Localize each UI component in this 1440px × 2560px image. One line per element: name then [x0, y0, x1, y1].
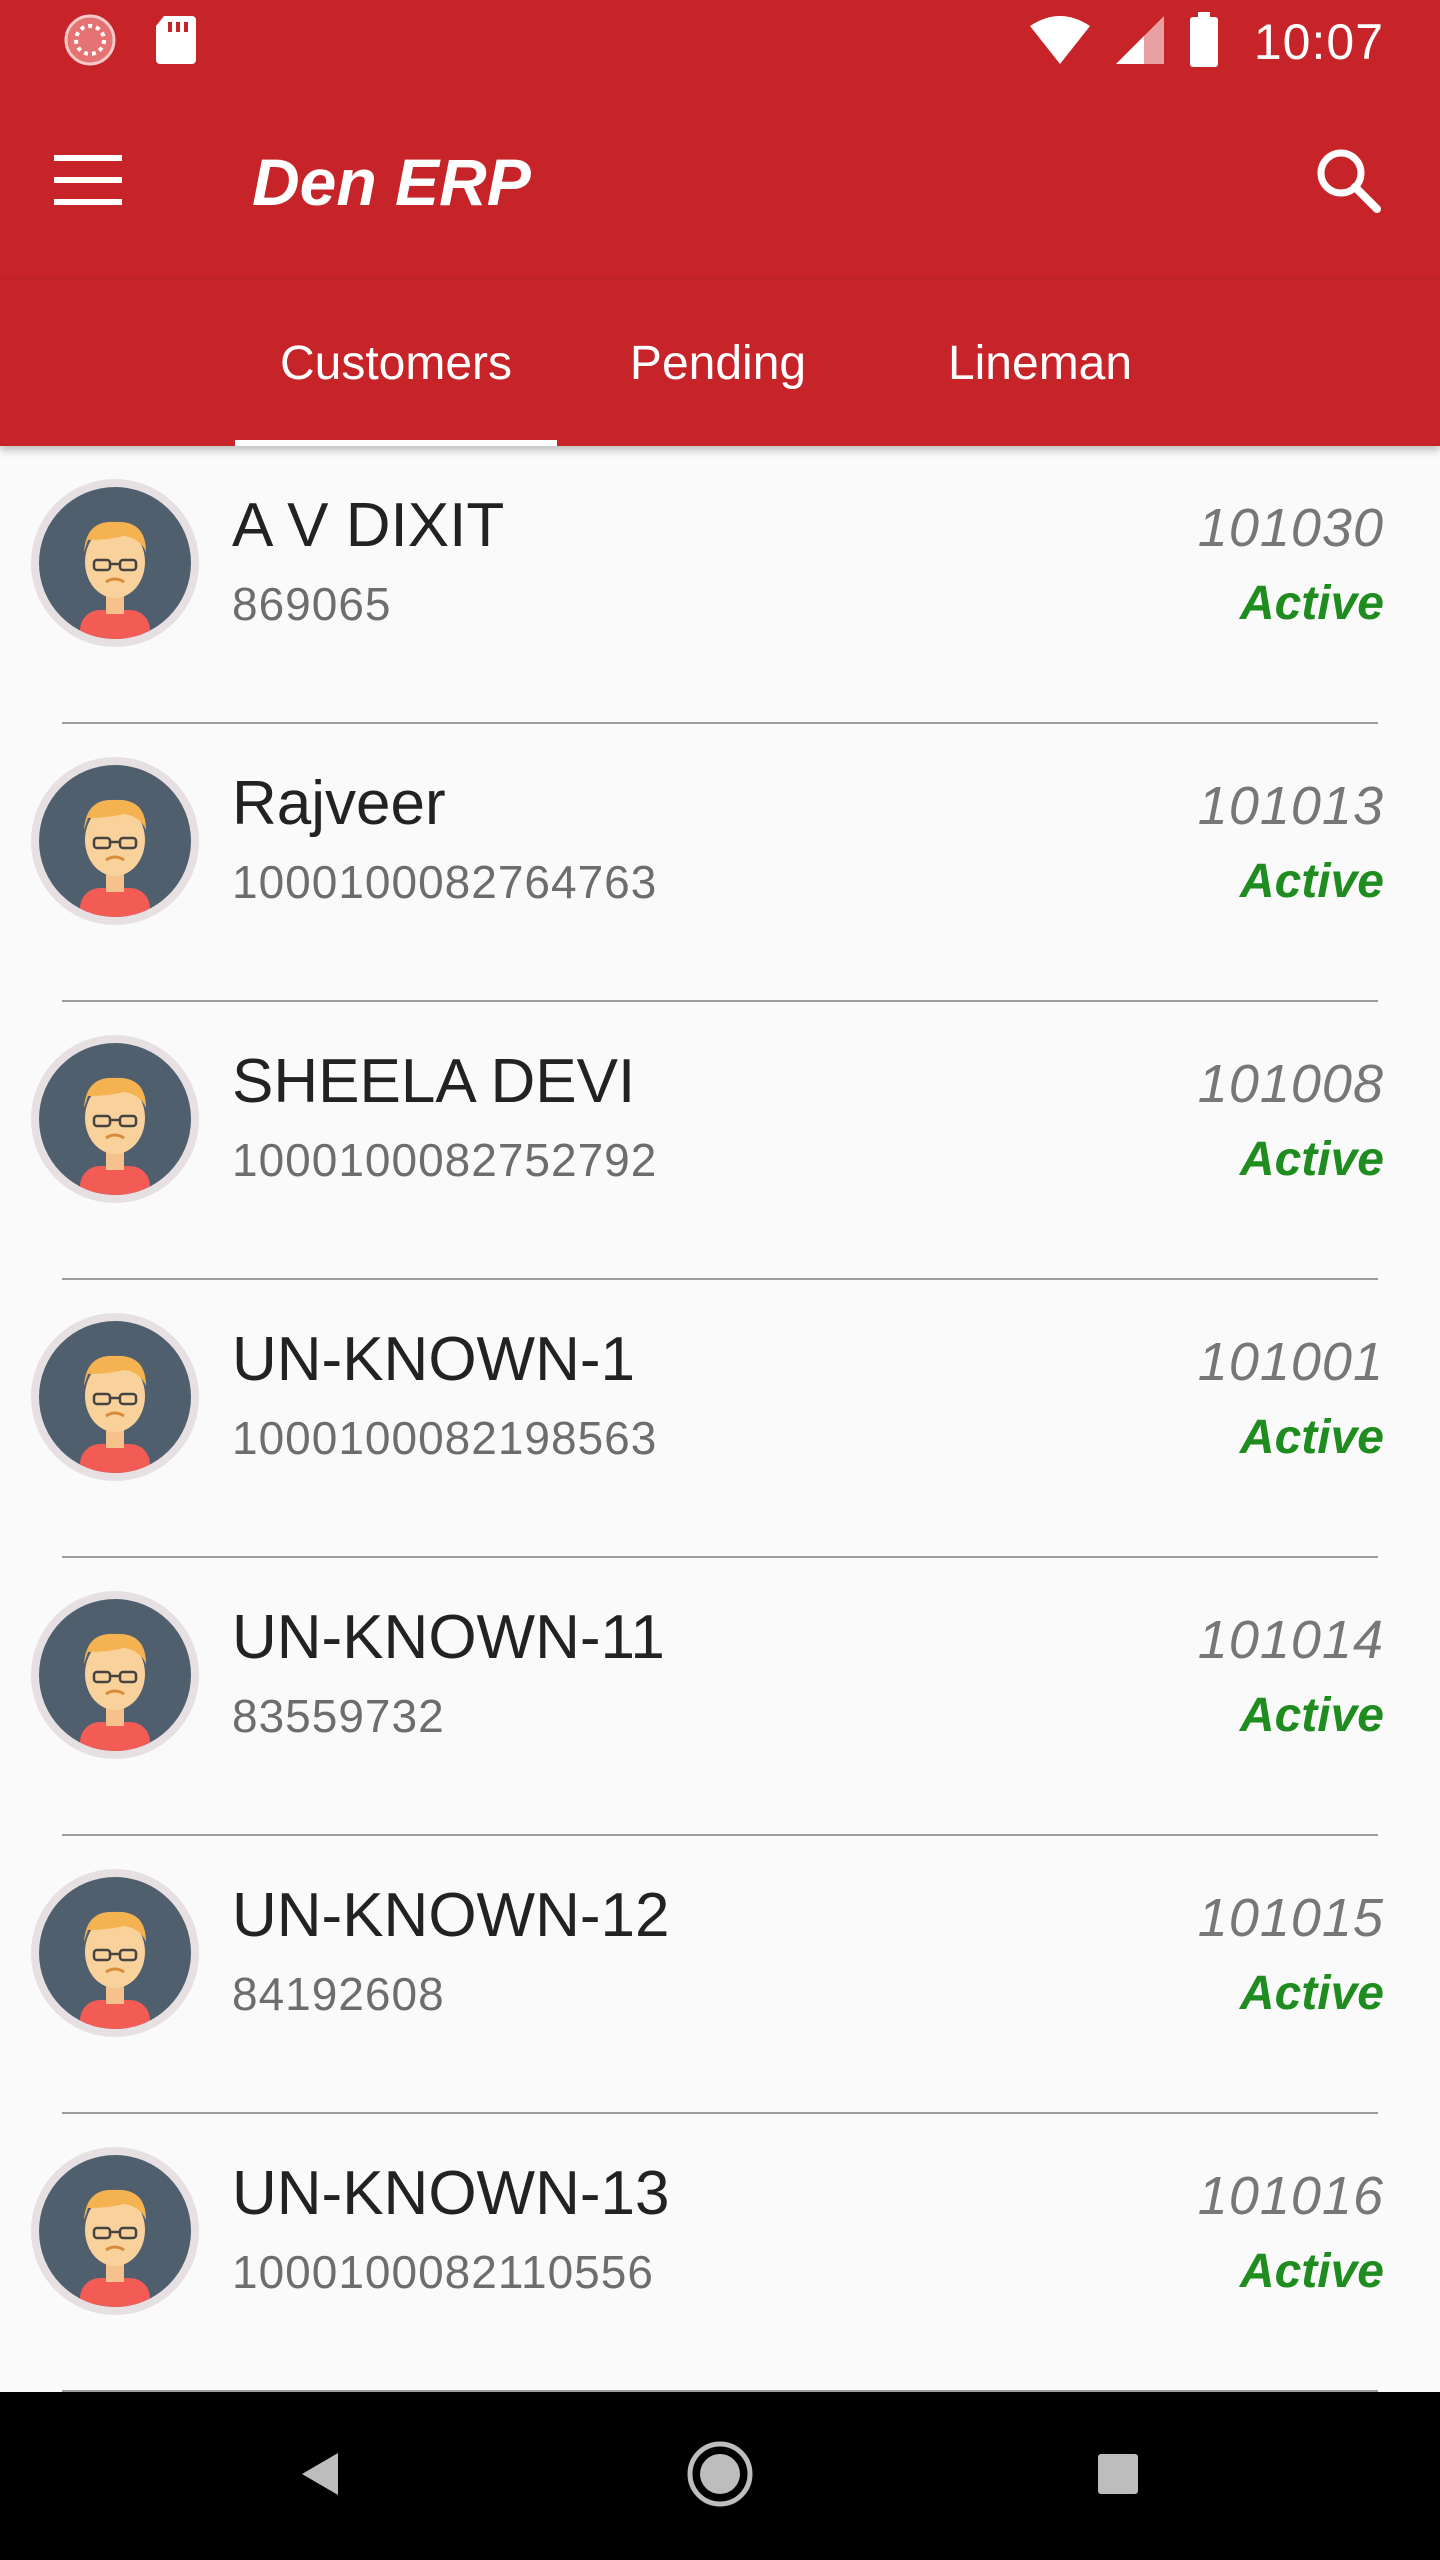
battery-icon [1188, 11, 1220, 73]
app-toolbar: Den ERP [0, 84, 1440, 280]
tab-label: Lineman [947, 336, 1133, 390]
customer-row[interactable]: Rajveer 1000100082764763 101013 Active [0, 724, 1440, 1002]
customer-number: 869065 [232, 578, 392, 630]
customer-name: UN-KNOWN-1 [232, 1325, 635, 1394]
avatar [28, 1866, 202, 2040]
status-badge: Active [1239, 1967, 1384, 2020]
customer-name: UN-KNOWN-12 [232, 1881, 670, 1950]
customer-code: 101013 [1197, 776, 1384, 836]
status-badge: Active [1239, 855, 1384, 908]
signal-icon [1114, 14, 1166, 71]
tab-label: Pending [629, 336, 807, 390]
app-root: 10:07 Den ERP Customers Pending Lineman … [0, 0, 1440, 2560]
avatar [28, 754, 202, 928]
back-triangle-icon [298, 2449, 342, 2504]
customer-name: A V DIXIT [232, 491, 505, 560]
status-badge: Active [1239, 2245, 1384, 2298]
customer-row[interactable]: SHEELA DEVI 1000100082752792 101008 Acti… [0, 1002, 1440, 1280]
customer-row[interactable]: UN-KNOWN-11 83559732 101014 Active [0, 1558, 1440, 1836]
customer-code: 101015 [1197, 1888, 1384, 1948]
customer-row[interactable]: A V DIXIT 869065 101030 Active [0, 446, 1440, 724]
customer-code: 101008 [1197, 1054, 1384, 1114]
back-button[interactable] [270, 2426, 370, 2526]
avatar [28, 1032, 202, 1206]
menu-button[interactable] [40, 134, 136, 230]
customer-number: 1000100082198563 [232, 1412, 658, 1464]
customer-code: 101030 [1197, 498, 1384, 558]
tab-label: Customers [279, 336, 513, 390]
avatar [28, 1588, 202, 1762]
tab-lineman[interactable]: Lineman [879, 280, 1201, 446]
customer-row[interactable]: UN-KNOWN-13 1000100082110556 101016 Acti… [0, 2114, 1440, 2392]
customer-number: 84192608 [232, 1968, 445, 2020]
customer-list[interactable]: A V DIXIT 869065 101030 Active Rajveer 1… [0, 446, 1440, 2392]
customer-name: UN-KNOWN-13 [232, 2159, 670, 2228]
home-circle-icon [686, 2440, 754, 2513]
sd-card-icon [154, 14, 198, 71]
status-left-icons [62, 14, 198, 70]
customer-row[interactable]: UN-KNOWN-12 84192608 101015 Active [0, 1836, 1440, 2114]
hamburger-menu-icon [54, 154, 122, 210]
app-title: Den ERP [252, 145, 531, 219]
customer-name: SHEELA DEVI [232, 1047, 636, 1116]
search-icon [1315, 147, 1381, 218]
system-nav-bar [0, 2392, 1440, 2560]
avatar [28, 1310, 202, 1484]
customer-code: 101001 [1197, 1332, 1384, 1392]
customer-code: 101016 [1197, 2166, 1384, 2226]
customer-code: 101014 [1197, 1610, 1384, 1670]
customer-number: 1000100082764763 [232, 856, 658, 908]
customer-name: UN-KNOWN-11 [232, 1603, 665, 1672]
status-badge: Active [1239, 1689, 1384, 1742]
status-badge: Active [1239, 577, 1384, 630]
status-right-icons: 10:07 [1028, 10, 1384, 74]
status-bar: 10:07 [0, 0, 1440, 84]
search-button[interactable] [1300, 134, 1396, 230]
avatar [28, 2144, 202, 2318]
recents-button[interactable] [1068, 2426, 1168, 2526]
customer-name: Rajveer [232, 769, 446, 838]
home-button[interactable] [670, 2426, 770, 2526]
wifi-icon [1028, 14, 1092, 71]
status-time: 10:07 [1253, 14, 1384, 70]
tab-pending[interactable]: Pending [557, 280, 879, 446]
recents-square-icon [1096, 2452, 1140, 2501]
status-badge: Active [1239, 1411, 1384, 1464]
customer-number: 1000100082752792 [232, 1134, 658, 1186]
status-badge: Active [1239, 1133, 1384, 1186]
tab-bar: Customers Pending Lineman [0, 280, 1440, 446]
loading-indicator-icon [62, 12, 118, 73]
avatar [28, 476, 202, 650]
tab-customers[interactable]: Customers [235, 280, 557, 446]
customer-row[interactable]: UN-KNOWN-1 1000100082198563 101001 Activ… [0, 1280, 1440, 1558]
customer-number: 83559732 [232, 1690, 445, 1742]
customer-number: 1000100082110556 [232, 2246, 654, 2298]
